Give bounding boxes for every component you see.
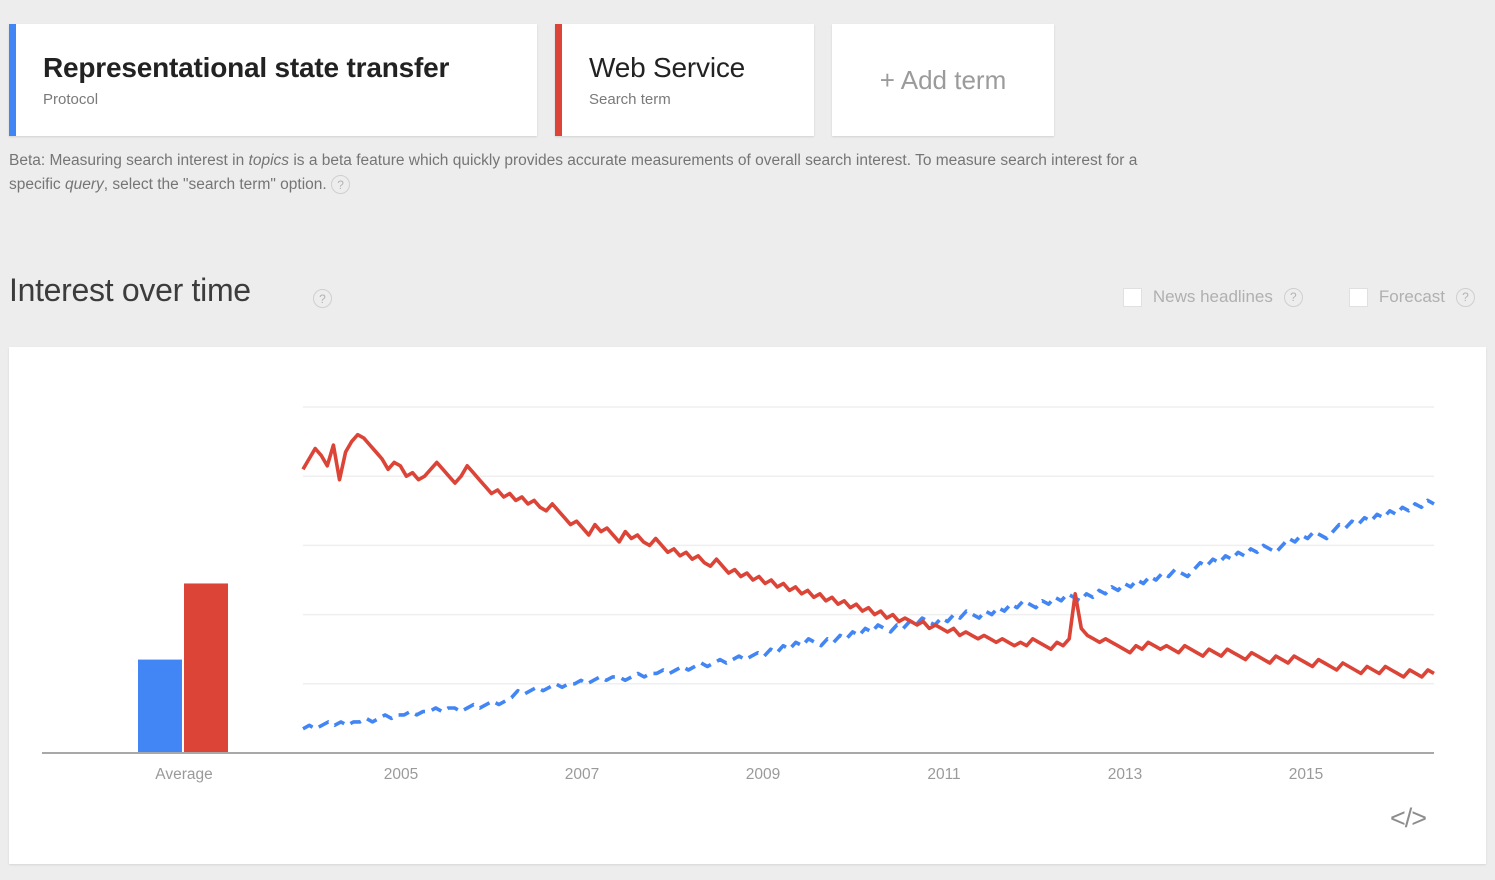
forecast-label: Forecast [1379, 287, 1445, 307]
beta-note-em-query: query [65, 176, 104, 193]
add-term-button[interactable]: + Add term [832, 24, 1054, 136]
svg-text:2013: 2013 [1108, 766, 1142, 783]
svg-text:2011: 2011 [927, 766, 960, 783]
beta-note-part1: Beta: Measuring search interest in [9, 152, 249, 169]
term-subtitle-1: Search term [589, 91, 814, 108]
term-title-0: Representational state transfer [43, 52, 537, 84]
beta-note: Beta: Measuring search interest in topic… [9, 149, 1189, 197]
beta-help-icon[interactable]: ? [331, 175, 350, 194]
term-title-1: Web Service [589, 52, 814, 84]
forecast-toggle[interactable]: Forecast ? [1349, 287, 1475, 307]
svg-text:2005: 2005 [384, 766, 418, 783]
news-headlines-label: News headlines [1153, 287, 1273, 307]
news-headlines-checkbox[interactable] [1123, 288, 1142, 307]
term-card-1[interactable]: Web Service Search term [555, 24, 814, 136]
beta-note-part3: , select the "search term" option. [104, 176, 327, 193]
term-accent-bar-1 [555, 24, 562, 136]
forecast-help-icon[interactable]: ? [1456, 288, 1475, 307]
term-subtitle-0: Protocol [43, 91, 537, 108]
section-help-icon[interactable]: ? [313, 289, 332, 308]
beta-note-em-topics: topics [249, 152, 290, 169]
google-trends-page: Representational state transfer Protocol… [0, 0, 1495, 880]
trends-chart[interactable]: Average 2005 2007 2009 2011 2013 2015 [9, 347, 1486, 864]
interest-over-time-header: Interest over time ? News headlines ? Fo… [0, 272, 1495, 328]
svg-text:2009: 2009 [746, 766, 780, 783]
news-headlines-help-icon[interactable]: ? [1284, 288, 1303, 307]
term-card-0[interactable]: Representational state transfer Protocol [9, 24, 537, 136]
term-accent-bar-0 [9, 24, 16, 136]
svg-text:Average: Average [155, 766, 212, 783]
svg-text:2015: 2015 [1289, 766, 1323, 783]
forecast-checkbox[interactable] [1349, 288, 1368, 307]
embed-code-icon[interactable]: </> [1390, 803, 1426, 834]
interest-over-time-chart-card: Average 2005 2007 2009 2011 2013 2015 </> [9, 347, 1486, 864]
page-title: Interest over time [9, 272, 251, 309]
search-terms-row: Representational state transfer Protocol… [9, 24, 1054, 136]
svg-text:2007: 2007 [565, 766, 599, 783]
chart-toggles: News headlines ? Forecast ? [1123, 287, 1475, 307]
news-headlines-toggle[interactable]: News headlines ? [1123, 287, 1303, 307]
